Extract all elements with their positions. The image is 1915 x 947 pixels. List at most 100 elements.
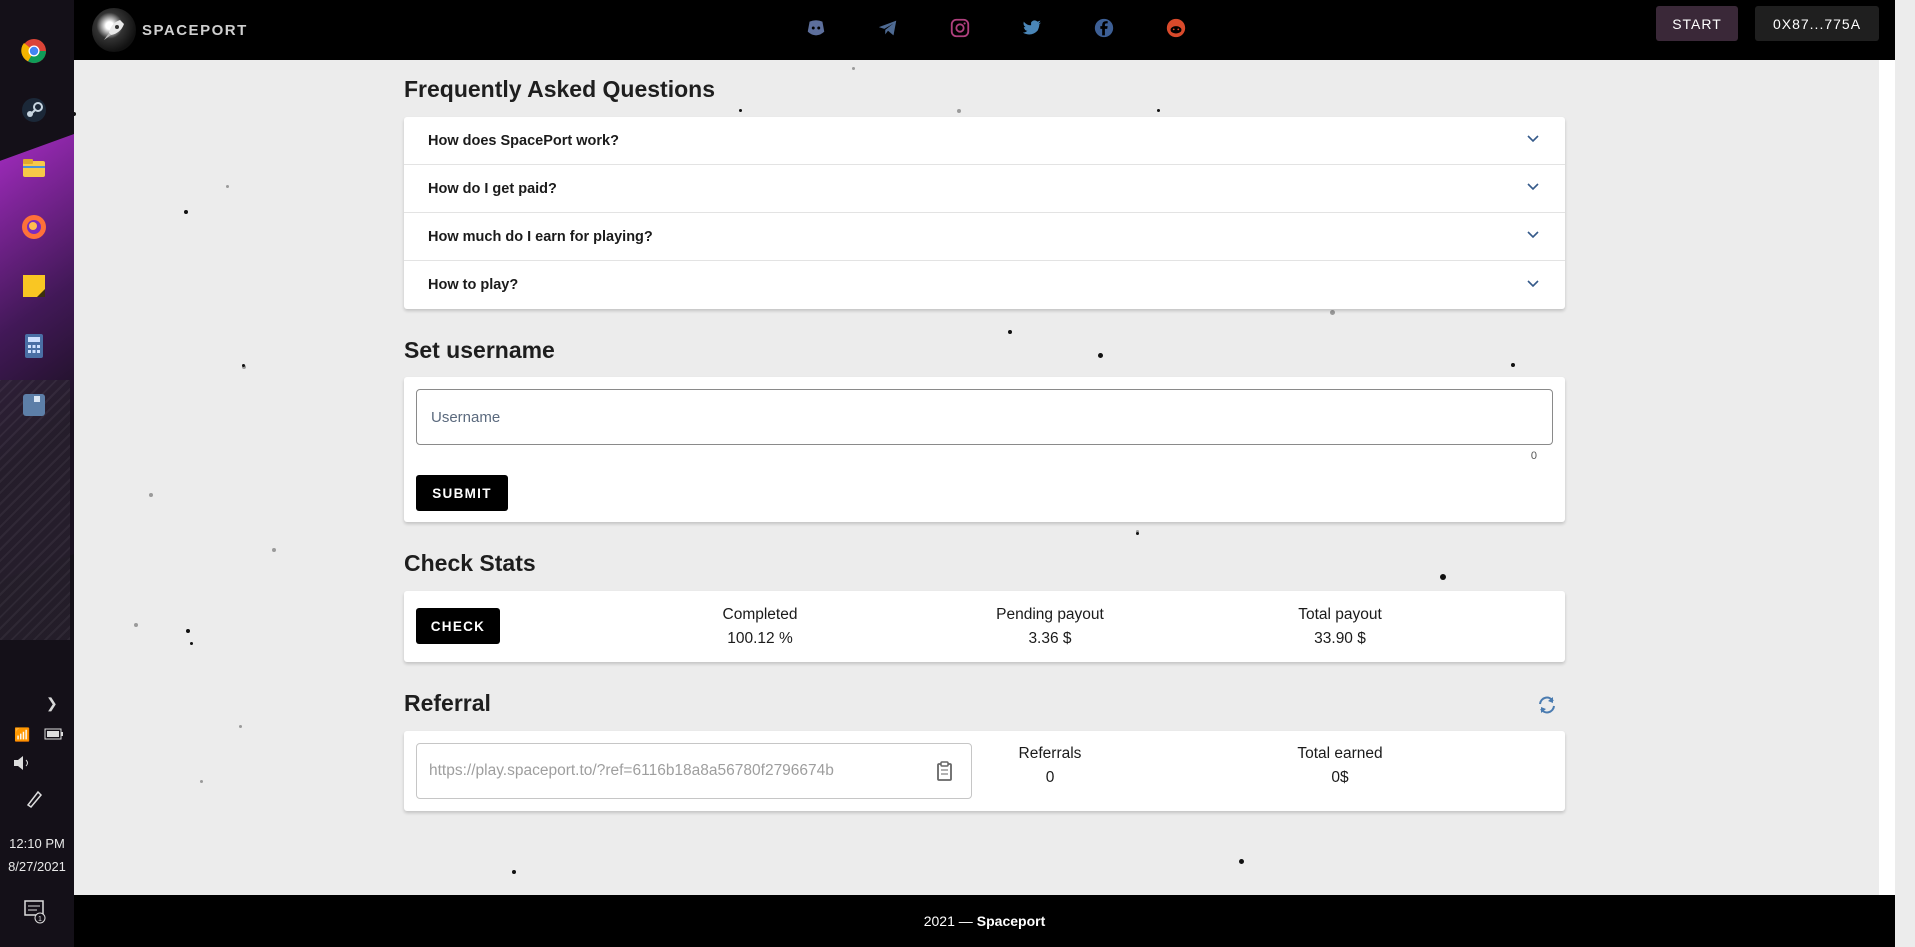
- faq-item[interactable]: How does SpacePort work?: [404, 117, 1565, 165]
- star-decoration: [226, 185, 229, 188]
- stat-value: 100.12 %: [727, 630, 793, 647]
- top-navbar: SPACEPORT START 0X87...775A: [74, 0, 1895, 60]
- faq-question: How does SpacePort work?: [428, 132, 619, 149]
- star-decoration: [190, 642, 193, 645]
- sticky-notes-icon[interactable]: [19, 271, 49, 301]
- clipboard-icon[interactable]: [927, 754, 961, 788]
- stats-title: Check Stats: [404, 550, 536, 576]
- faq-question: How do I get paid?: [428, 180, 557, 197]
- stat-referrals: Referrals 0: [960, 742, 1140, 790]
- faq-title: Frequently Asked Questions: [404, 76, 715, 102]
- volume-icon[interactable]: [12, 755, 34, 774]
- clock-date[interactable]: 8/27/2021: [0, 859, 74, 874]
- firefox-icon[interactable]: [19, 212, 49, 242]
- star-decoration: [134, 623, 138, 627]
- stat-label: Completed: [722, 606, 798, 623]
- notification-count: 1: [38, 916, 42, 923]
- pen-icon[interactable]: [24, 789, 44, 812]
- stat-label: Total payout: [1298, 606, 1382, 623]
- star-decoration: [239, 725, 242, 728]
- main-content: Frequently Asked Questions How does Spac…: [74, 60, 1895, 895]
- username-input[interactable]: [429, 407, 1552, 427]
- stat-value: 0: [1045, 769, 1055, 786]
- star-decoration: [852, 67, 855, 70]
- scrollbar-top: [1879, 0, 1895, 60]
- rocket-icon: [92, 8, 136, 52]
- facebook-icon[interactable]: [1092, 16, 1116, 40]
- stats-card: CHECK Completed 100.12 % Pending payout …: [404, 591, 1565, 662]
- star-decoration: [512, 870, 516, 874]
- scrollbar[interactable]: [1879, 60, 1895, 895]
- stat-total-earned: Total earned 0$: [1250, 742, 1430, 790]
- star-decoration: [957, 109, 961, 113]
- username-card: 0 SUBMIT: [404, 377, 1565, 522]
- referral-link-field[interactable]: https://play.spaceport.to/?ref=6116b18a8…: [416, 743, 972, 799]
- stat-value: 33.90 $: [1314, 630, 1366, 647]
- faq-question: How to play?: [428, 277, 519, 293]
- twitter-icon[interactable]: [1020, 16, 1044, 40]
- star-decoration: [272, 548, 276, 552]
- logo[interactable]: SPACEPORT: [92, 8, 248, 52]
- instagram-icon[interactable]: [948, 16, 972, 40]
- star-decoration: [1440, 574, 1446, 580]
- calculator-icon[interactable]: [19, 331, 49, 361]
- chevron-up-icon[interactable]: ❯: [46, 695, 58, 712]
- star-decoration: [1098, 353, 1103, 358]
- star-decoration: [184, 210, 188, 214]
- referral-title: Referral: [404, 690, 491, 716]
- footer-brand: Spaceport: [976, 913, 1046, 929]
- logo-text: SPACEPORT: [142, 21, 248, 39]
- stat-total-payout: Total payout 33.90 $: [1250, 603, 1430, 651]
- star-decoration: [1239, 859, 1244, 864]
- stat-label: Pending payout: [996, 606, 1104, 623]
- chevron-down-icon: [1525, 130, 1541, 151]
- star-decoration: [1157, 109, 1160, 112]
- clock-time[interactable]: 12:10 PM: [0, 836, 74, 851]
- battery-icon[interactable]: [44, 727, 64, 743]
- username-title: Set username: [404, 337, 555, 363]
- refresh-icon[interactable]: [1536, 694, 1558, 716]
- character-counter: 0: [1530, 450, 1537, 462]
- faq-accordion: How does SpacePort work? How do I get pa…: [404, 117, 1565, 309]
- start-button[interactable]: START: [1656, 6, 1738, 41]
- wallet-address-button[interactable]: 0X87...775A: [1755, 6, 1879, 41]
- star-decoration: [186, 629, 190, 633]
- discord-icon[interactable]: [804, 16, 828, 40]
- stat-label: Referrals: [1018, 745, 1082, 762]
- footer-year: 2021 —: [923, 913, 973, 929]
- file-explorer-icon[interactable]: [19, 153, 49, 183]
- faq-question: How much do I earn for playing?: [428, 228, 653, 245]
- referral-card: https://play.spaceport.to/?ref=6116b18a8…: [404, 731, 1565, 811]
- faq-item[interactable]: How to play?: [404, 261, 1565, 309]
- faq-item[interactable]: How do I get paid?: [404, 165, 1565, 213]
- stat-label: Total earned: [1297, 745, 1383, 762]
- star-decoration: [739, 109, 742, 112]
- reddit-icon[interactable]: [1164, 16, 1188, 40]
- social-links: [804, 16, 1188, 40]
- star-decoration: [149, 493, 153, 497]
- footer: 2021 — Spaceport: [74, 895, 1895, 947]
- chevron-down-icon: [1525, 226, 1541, 247]
- star-decoration: [200, 780, 203, 783]
- check-button[interactable]: CHECK: [416, 608, 500, 644]
- referral-link[interactable]: https://play.spaceport.to/?ref=6116b18a8…: [429, 762, 927, 780]
- star-decoration: [1136, 532, 1139, 535]
- windows-taskbar: ❯ 📶 12:10 PM 8/27/2021 1: [0, 0, 74, 947]
- submit-button[interactable]: SUBMIT: [416, 475, 508, 511]
- star-decoration: [1511, 363, 1515, 367]
- app-icon[interactable]: [19, 390, 49, 420]
- stat-value: 3.36 $: [1028, 630, 1072, 647]
- telegram-icon[interactable]: [876, 16, 900, 40]
- chevron-down-icon: [1525, 178, 1541, 199]
- steam-icon[interactable]: [19, 95, 49, 125]
- star-decoration: [1330, 310, 1335, 315]
- stat-pending-payout: Pending payout 3.36 $: [960, 603, 1140, 651]
- notification-icon[interactable]: 1: [22, 898, 48, 927]
- username-field[interactable]: [416, 389, 1553, 445]
- faq-item[interactable]: How much do I earn for playing?: [404, 213, 1565, 261]
- chevron-down-icon: [1525, 275, 1541, 296]
- chrome-icon[interactable]: [19, 36, 49, 66]
- wifi-icon[interactable]: 📶: [14, 727, 30, 743]
- star-decoration: [242, 364, 245, 367]
- star-decoration: [74, 112, 76, 116]
